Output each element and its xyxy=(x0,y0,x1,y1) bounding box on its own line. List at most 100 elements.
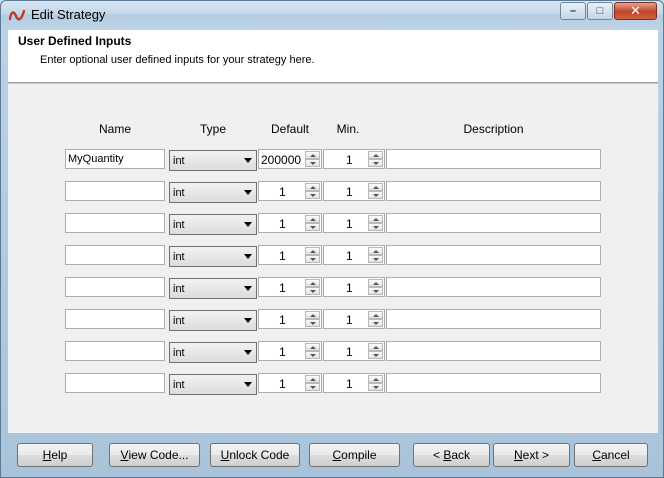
spin-down-icon[interactable] xyxy=(368,351,383,359)
title-bar[interactable]: Edit Strategy – □ ✕ xyxy=(1,1,663,28)
type-dropdown[interactable]: int xyxy=(169,342,257,363)
default-spinner[interactable] xyxy=(305,247,320,263)
spin-up-icon[interactable] xyxy=(305,375,320,383)
spin-down-icon[interactable] xyxy=(305,319,320,327)
default-stepper[interactable]: 1 xyxy=(258,277,322,297)
spin-down-icon[interactable] xyxy=(368,223,383,231)
default-spinner[interactable] xyxy=(305,215,320,231)
min-spinner[interactable] xyxy=(368,279,383,295)
type-dropdown[interactable]: int xyxy=(169,182,257,203)
spin-up-icon[interactable] xyxy=(305,311,320,319)
spin-up-icon[interactable] xyxy=(305,343,320,351)
min-spinner[interactable] xyxy=(368,343,383,359)
close-button[interactable]: ✕ xyxy=(614,2,657,20)
spin-down-icon[interactable] xyxy=(368,255,383,263)
spin-up-icon[interactable] xyxy=(368,183,383,191)
description-field[interactable] xyxy=(386,149,601,169)
spin-up-icon[interactable] xyxy=(368,343,383,351)
spin-down-icon[interactable] xyxy=(305,223,320,231)
spin-up-icon[interactable] xyxy=(368,311,383,319)
spin-down-icon[interactable] xyxy=(368,383,383,391)
spin-up-icon[interactable] xyxy=(305,151,320,159)
type-dropdown[interactable]: int xyxy=(169,246,257,267)
min-stepper[interactable]: 1 xyxy=(323,341,385,361)
spin-up-icon[interactable] xyxy=(305,215,320,223)
unlock-code-button[interactable]: Unlock Code xyxy=(210,443,300,467)
default-stepper[interactable]: 1 xyxy=(258,341,322,361)
next-button[interactable]: Next > xyxy=(493,443,570,467)
min-spinner[interactable] xyxy=(368,215,383,231)
view-code-button[interactable]: View Code... xyxy=(109,443,200,467)
name-field[interactable] xyxy=(65,341,165,361)
name-field[interactable] xyxy=(65,277,165,297)
min-stepper[interactable]: 1 xyxy=(323,149,385,169)
default-spinner[interactable] xyxy=(305,343,320,359)
min-stepper[interactable]: 1 xyxy=(323,309,385,329)
type-dropdown[interactable]: int xyxy=(169,278,257,299)
spin-up-icon[interactable] xyxy=(305,279,320,287)
back-button[interactable]: < Back xyxy=(413,443,490,467)
min-value: 1 xyxy=(346,345,353,359)
description-field[interactable] xyxy=(386,309,601,329)
min-spinner[interactable] xyxy=(368,375,383,391)
spin-up-icon[interactable] xyxy=(368,247,383,255)
default-spinner[interactable] xyxy=(305,311,320,327)
min-spinner[interactable] xyxy=(368,247,383,263)
type-dropdown[interactable]: int xyxy=(169,150,257,171)
default-spinner[interactable] xyxy=(305,279,320,295)
type-dropdown[interactable]: int xyxy=(169,214,257,235)
type-dropdown[interactable]: int xyxy=(169,310,257,331)
min-stepper[interactable]: 1 xyxy=(323,373,385,393)
spin-down-icon[interactable] xyxy=(368,159,383,167)
default-stepper[interactable]: 1 xyxy=(258,309,322,329)
spin-up-icon[interactable] xyxy=(305,183,320,191)
spin-down-icon[interactable] xyxy=(305,191,320,199)
min-spinner[interactable] xyxy=(368,311,383,327)
minimize-button[interactable]: – xyxy=(560,2,586,20)
min-stepper[interactable]: 1 xyxy=(323,213,385,233)
spin-down-icon[interactable] xyxy=(368,191,383,199)
min-stepper[interactable]: 1 xyxy=(323,181,385,201)
default-stepper[interactable]: 200000 xyxy=(258,149,322,169)
default-spinner[interactable] xyxy=(305,375,320,391)
default-stepper[interactable]: 1 xyxy=(258,181,322,201)
spin-down-icon[interactable] xyxy=(305,255,320,263)
min-spinner[interactable] xyxy=(368,151,383,167)
default-stepper[interactable]: 1 xyxy=(258,245,322,265)
description-field[interactable] xyxy=(386,277,601,297)
description-field[interactable] xyxy=(386,213,601,233)
spin-up-icon[interactable] xyxy=(368,151,383,159)
spin-down-icon[interactable] xyxy=(305,287,320,295)
description-field[interactable] xyxy=(386,341,601,361)
spin-up-icon[interactable] xyxy=(368,375,383,383)
spin-down-icon[interactable] xyxy=(368,287,383,295)
name-field[interactable] xyxy=(65,373,165,393)
description-field[interactable] xyxy=(386,373,601,393)
spin-up-icon[interactable] xyxy=(305,247,320,255)
spin-down-icon[interactable] xyxy=(305,159,320,167)
name-field[interactable] xyxy=(65,245,165,265)
name-field[interactable] xyxy=(65,309,165,329)
min-spinner[interactable] xyxy=(368,183,383,199)
description-field[interactable] xyxy=(386,181,601,201)
default-spinner[interactable] xyxy=(305,183,320,199)
help-button[interactable]: Help xyxy=(17,443,93,467)
min-stepper[interactable]: 1 xyxy=(323,277,385,297)
type-dropdown[interactable]: int xyxy=(169,374,257,395)
default-spinner[interactable] xyxy=(305,151,320,167)
spin-up-icon[interactable] xyxy=(368,215,383,223)
name-field[interactable] xyxy=(65,213,165,233)
description-field[interactable] xyxy=(386,245,601,265)
spin-up-icon[interactable] xyxy=(368,279,383,287)
min-stepper[interactable]: 1 xyxy=(323,245,385,265)
default-stepper[interactable]: 1 xyxy=(258,373,322,393)
default-stepper[interactable]: 1 xyxy=(258,213,322,233)
name-field[interactable] xyxy=(65,181,165,201)
spin-down-icon[interactable] xyxy=(368,319,383,327)
spin-down-icon[interactable] xyxy=(305,383,320,391)
name-field[interactable]: MyQuantity xyxy=(65,149,165,169)
cancel-button[interactable]: Cancel xyxy=(574,443,648,467)
spin-down-icon[interactable] xyxy=(305,351,320,359)
compile-button[interactable]: Compile xyxy=(309,443,400,467)
maximize-button[interactable]: □ xyxy=(587,2,613,20)
